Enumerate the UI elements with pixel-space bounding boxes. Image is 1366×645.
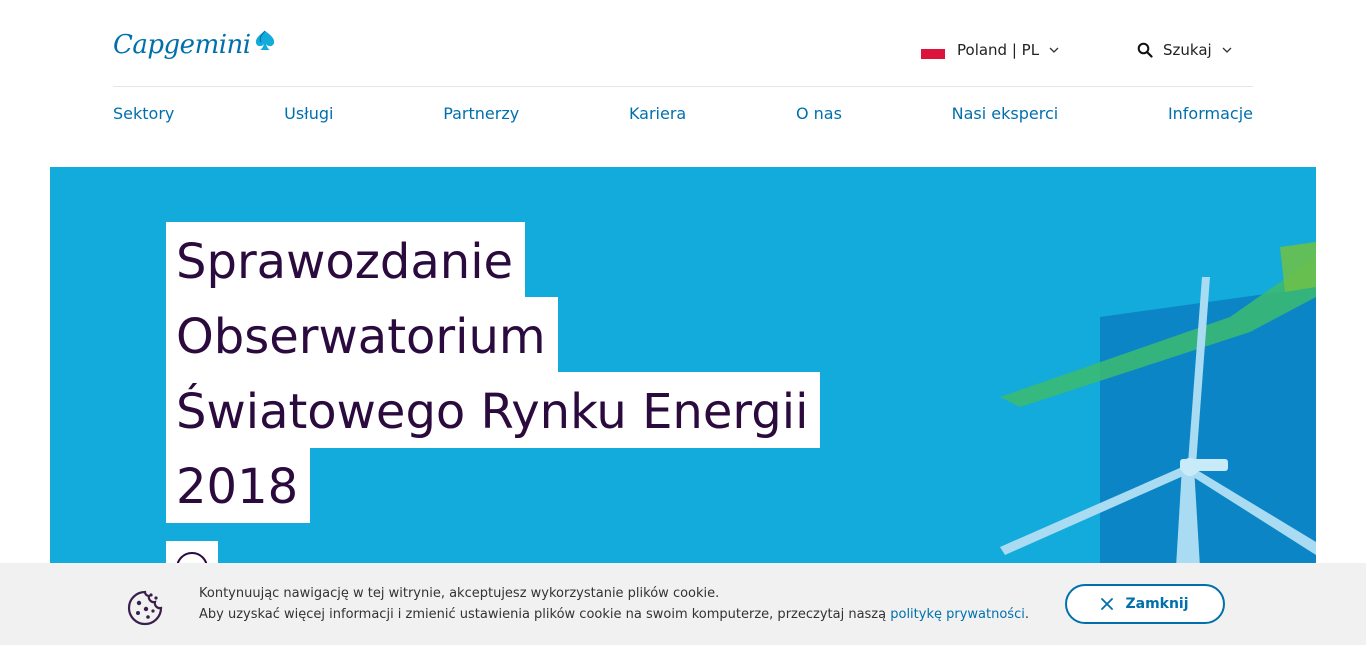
nav-item-kariera[interactable]: Kariera (629, 104, 686, 123)
hero-banner: Sprawozdanie Obserwatorium Światowego Ry… (50, 167, 1316, 567)
cookie-line-2-suffix: . (1024, 607, 1029, 622)
search-label: Szukaj (1163, 41, 1212, 59)
cookie-line-2: Aby uzyskać więcej informacji i zmienić … (199, 604, 1029, 625)
hero-title: Sprawozdanie Obserwatorium Światowego Ry… (166, 222, 821, 523)
country-label: Poland | PL (957, 41, 1040, 59)
cookie-line-2-text: Aby uzyskać więcej informacji i zmienić … (199, 607, 891, 622)
main-nav: Sektory Usługi Partnerzy Kariera O nas N… (113, 104, 1253, 123)
nav-item-uslugi[interactable]: Usługi (284, 104, 333, 123)
close-icon (1101, 598, 1114, 610)
nav-item-informacje[interactable]: Informacje (1168, 104, 1253, 123)
nav-item-partnerzy[interactable]: Partnerzy (443, 104, 519, 123)
logo-text: Capgemini (113, 30, 251, 60)
site-header: Capgemini Poland | PL Szukaj (113, 0, 1253, 87)
flag-poland-icon (921, 45, 945, 59)
nav-item-nasi-eksperci[interactable]: Nasi eksperci (952, 104, 1059, 123)
cookie-banner: Kontynuując nawigację w tej witrynie, ak… (0, 563, 1366, 645)
hero-title-line: Sprawozdanie (166, 222, 526, 298)
capgemini-logo[interactable]: Capgemini (113, 30, 277, 60)
nav-item-o-nas[interactable]: O nas (796, 104, 842, 123)
spade-logo-icon (253, 29, 277, 55)
privacy-policy-link[interactable]: politykę prywatności (890, 607, 1025, 622)
cookie-line-1: Kontynuując nawigację w tej witrynie, ak… (199, 586, 720, 601)
search-icon (1137, 42, 1153, 58)
cookie-icon (127, 590, 163, 626)
hero-title-line: Światowego Rynku Energii (166, 372, 821, 448)
country-selector[interactable]: Poland | PL (921, 41, 1059, 59)
close-cookie-button[interactable]: Zamknij (1065, 584, 1225, 624)
close-button-label: Zamknij (1125, 596, 1189, 612)
chevron-down-icon (1222, 47, 1232, 53)
page: Capgemini Poland | PL Szukaj Sektory Usł… (0, 0, 1366, 645)
nav-item-sektory[interactable]: Sektory (113, 104, 174, 123)
hero-title-line: Obserwatorium (166, 297, 558, 373)
chevron-down-icon (1049, 47, 1059, 53)
hero-title-line: 2018 (166, 447, 311, 523)
cookie-message: Kontynuując nawigację w tej witrynie, ak… (199, 583, 1029, 625)
search-toggle[interactable]: Szukaj (1137, 41, 1232, 59)
